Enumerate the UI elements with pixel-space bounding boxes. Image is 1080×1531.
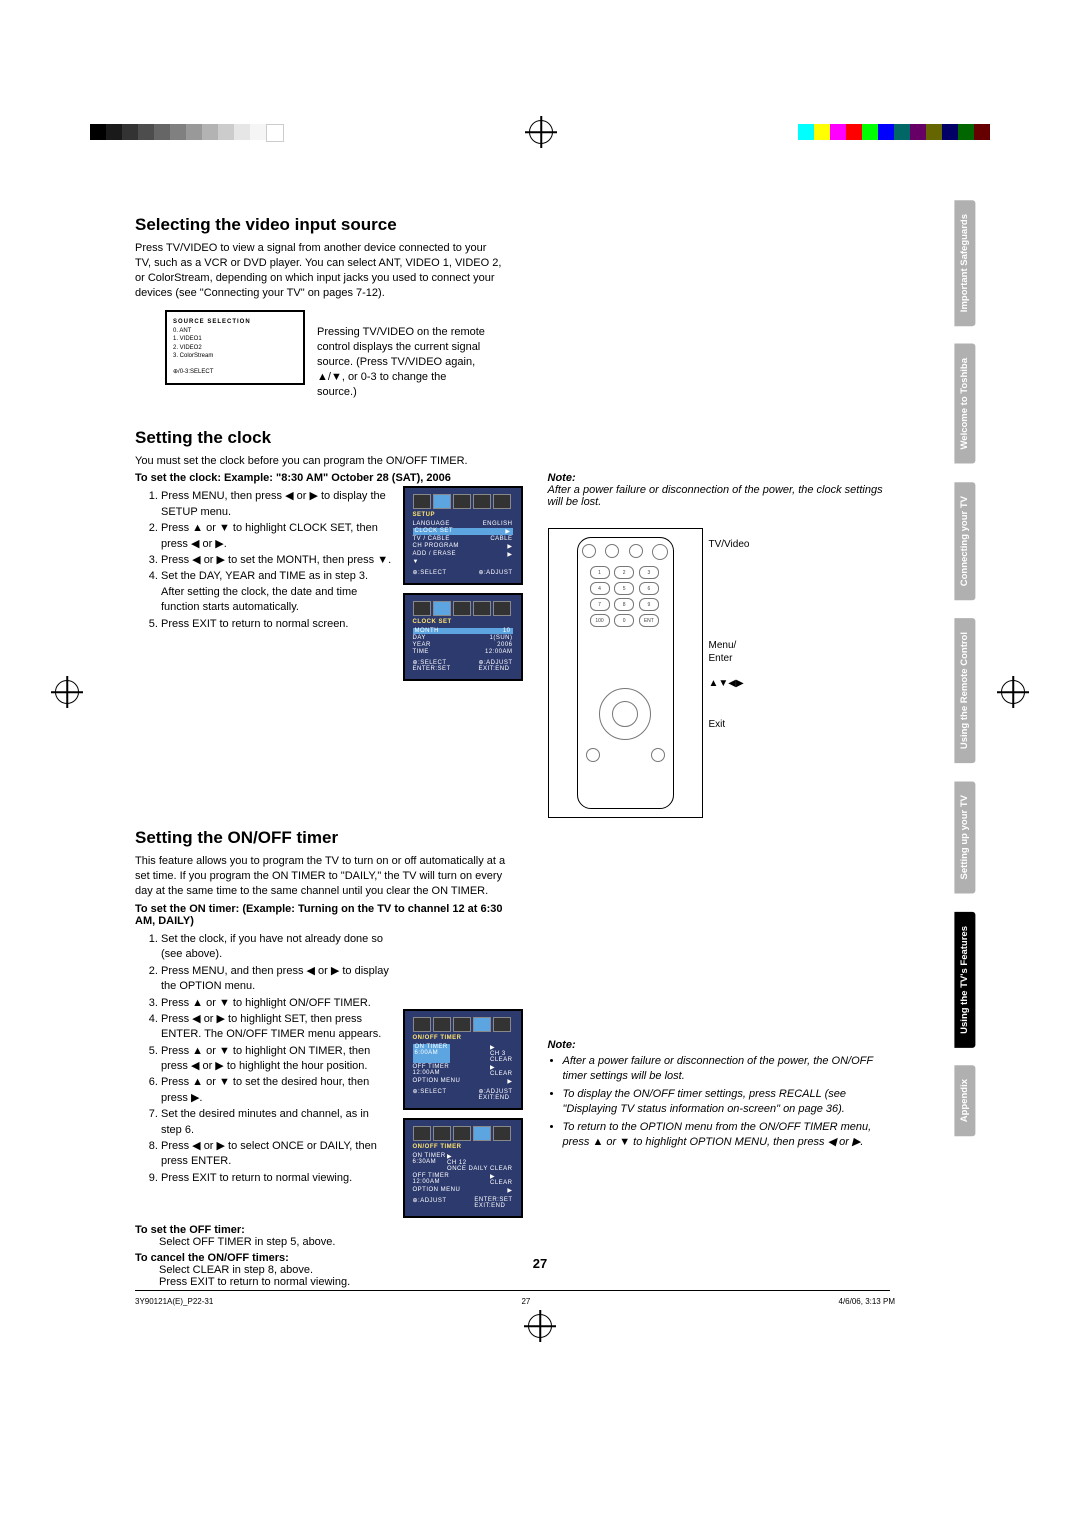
num-7: 7 bbox=[590, 598, 610, 611]
footer-rule bbox=[135, 1290, 890, 1291]
list-item: Press ▲ or ▼ to highlight ON/OFF TIMER. bbox=[161, 996, 393, 1011]
timer-notes: After a power failure or disconnection o… bbox=[548, 1054, 886, 1149]
body-video-input: Press TV/VIDEO to view a signal from ano… bbox=[135, 241, 505, 300]
footer-datetime: 4/6/06, 3:13 PM bbox=[839, 1297, 895, 1306]
body-timer: This feature allows you to program the T… bbox=[135, 854, 523, 899]
list-item: Press EXIT to return to normal screen. bbox=[161, 617, 393, 632]
list-item: Press ◀ or ▶ to highlight SET, then pres… bbox=[161, 1012, 393, 1043]
osd-hint: ⊕/0-3:SELECT bbox=[173, 368, 297, 376]
list-item: After a power failure or disconnection o… bbox=[563, 1054, 886, 1084]
enter-button bbox=[612, 701, 638, 727]
num-2: 2 bbox=[614, 566, 634, 579]
num-9: 9 bbox=[639, 598, 659, 611]
body-clock: You must set the clock before you can pr… bbox=[135, 454, 885, 469]
tab-welcome: Welcome to Toshiba bbox=[954, 344, 975, 464]
grayscale-bar bbox=[90, 124, 284, 140]
page-number: 27 bbox=[533, 1256, 547, 1271]
recall-button bbox=[605, 544, 619, 558]
mute-button bbox=[629, 544, 643, 558]
power-button bbox=[652, 544, 668, 560]
tip-video-input: Pressing TV/VIDEO on the remote control … bbox=[317, 325, 487, 399]
section-tabs: Important Safeguards Welcome to Toshiba … bbox=[954, 200, 975, 1137]
osd-timer-2: ON/OFF TIMER ON TIMER 6:30AM▶ CH 12 ONCE… bbox=[403, 1118, 523, 1218]
num-4: 4 bbox=[590, 582, 610, 595]
ent-button: ENT bbox=[639, 614, 659, 627]
remote-label: Menu/ Enter bbox=[709, 639, 750, 665]
osd-clock-set: CLOCK SET MONTH10 DAY1(SUN) YEAR2006 TIM… bbox=[403, 593, 523, 681]
num-100: 100 bbox=[590, 614, 610, 627]
off-timer-heading: To set the OFF timer: bbox=[135, 1224, 523, 1236]
tab-appendix: Appendix bbox=[954, 1065, 975, 1136]
cancel-timer-body2: Press EXIT to return to normal viewing. bbox=[159, 1276, 523, 1288]
footer-file: 3Y90121A(E)_P22-31 bbox=[135, 1297, 213, 1306]
list-item: Set the clock, if you have not already d… bbox=[161, 932, 393, 963]
tab-setting-up: Setting up your TV bbox=[954, 781, 975, 893]
list-item: To display the ON/OFF timer settings, pr… bbox=[563, 1087, 886, 1117]
osd-item: 0. ANT bbox=[173, 327, 297, 335]
num-3: 3 bbox=[639, 566, 659, 579]
exit-button bbox=[651, 748, 665, 762]
note-heading: Note: bbox=[548, 1039, 886, 1051]
enter-small-button bbox=[586, 748, 600, 762]
tab-remote: Using the Remote Control bbox=[954, 618, 975, 763]
list-item: Press MENU, then press ◀ or ▶ to display… bbox=[161, 489, 393, 520]
num-8: 8 bbox=[614, 598, 634, 611]
osd-setup-menu: SETUP LANGUAGEENGLISH CLOCK SET▶ TV / CA… bbox=[403, 486, 523, 585]
list-item: Press ▲ or ▼ to highlight ON TIMER, then… bbox=[161, 1044, 393, 1075]
registration-mark-icon bbox=[528, 1314, 552, 1338]
crop-marks-top bbox=[0, 120, 1080, 144]
num-5: 5 bbox=[614, 582, 634, 595]
footer-page: 27 bbox=[521, 1297, 530, 1306]
cancel-timer-heading: To cancel the ON/OFF timers: bbox=[135, 1252, 523, 1264]
remote-label: TV/Video bbox=[709, 538, 750, 551]
osd-source-selection: SOURCE SELECTION 0. ANT 1. VIDEO1 2. VID… bbox=[165, 310, 305, 385]
color-bar bbox=[798, 124, 990, 140]
list-item: To return to the OPTION menu from the ON… bbox=[563, 1120, 886, 1150]
tab-connecting: Connecting your TV bbox=[954, 482, 975, 600]
remote-label: ▲▼◀▶ bbox=[709, 677, 750, 690]
osd-item: 2. VIDEO2 bbox=[173, 344, 297, 352]
registration-mark-icon bbox=[529, 120, 553, 144]
list-item: Press MENU, and then press ◀ or ▶ to dis… bbox=[161, 964, 393, 995]
clock-steps: Press MENU, then press ◀ or ▶ to display… bbox=[135, 489, 393, 673]
osd-item: 3. ColorStream bbox=[173, 352, 297, 360]
note-heading: Note: bbox=[548, 472, 886, 484]
heading-clock: Setting the clock bbox=[135, 428, 885, 448]
note-body: After a power failure or disconnection o… bbox=[548, 484, 886, 508]
timer-example-heading: To set the ON timer: (Example: Turning o… bbox=[135, 903, 523, 927]
heading-timer: Setting the ON/OFF timer bbox=[135, 828, 885, 848]
remote-control-diagram: 1 2 3 4 5 6 7 8 9 100 0 bbox=[548, 528, 703, 818]
osd-menu-title: CLOCK SET bbox=[413, 619, 513, 625]
osd-timer-1: ON/OFF TIMER ON TIMER 6:00AM▶ CH 3 CLEAR… bbox=[403, 1009, 523, 1110]
num-6: 6 bbox=[639, 582, 659, 595]
osd-item: 1. VIDEO1 bbox=[173, 335, 297, 343]
registration-mark-icon bbox=[1001, 680, 1025, 704]
tv-video-button bbox=[582, 544, 596, 558]
footer: 3Y90121A(E)_P22-31 27 4/6/06, 3:13 PM bbox=[135, 1297, 895, 1306]
registration-mark-icon bbox=[55, 680, 79, 704]
osd-menu-title: SETUP bbox=[413, 512, 513, 518]
list-item: Set the DAY, YEAR and TIME as in step 3.… bbox=[161, 569, 393, 615]
num-1: 1 bbox=[590, 566, 610, 579]
list-item: Press ◀ or ▶ to select ONCE or DAILY, th… bbox=[161, 1139, 393, 1170]
list-item: Press ▲ or ▼ to highlight CLOCK SET, the… bbox=[161, 521, 393, 552]
num-0: 0 bbox=[614, 614, 634, 627]
list-item: Press ◀ or ▶ to set the MONTH, then pres… bbox=[161, 553, 393, 568]
list-item: Press EXIT to return to normal viewing. bbox=[161, 1171, 393, 1186]
timer-steps: Set the clock, if you have not already d… bbox=[135, 932, 393, 1210]
tab-safeguards: Important Safeguards bbox=[954, 200, 975, 326]
off-timer-body: Select OFF TIMER in step 5, above. bbox=[159, 1236, 523, 1248]
heading-video-input: Selecting the video input source bbox=[135, 215, 885, 235]
list-item: Set the desired minutes and channel, as … bbox=[161, 1107, 393, 1138]
remote-label: Exit bbox=[709, 718, 750, 731]
clock-example-heading: To set the clock: Example: "8:30 AM" Oct… bbox=[135, 472, 523, 484]
tab-using-tv: Using the TV's Features bbox=[954, 912, 975, 1048]
osd-title: SOURCE SELECTION bbox=[173, 318, 297, 326]
list-item: Press ▲ or ▼ to set the desired hour, th… bbox=[161, 1075, 393, 1106]
dpad bbox=[599, 688, 651, 740]
cancel-timer-body1: Select CLEAR in step 8, above. bbox=[159, 1264, 523, 1276]
